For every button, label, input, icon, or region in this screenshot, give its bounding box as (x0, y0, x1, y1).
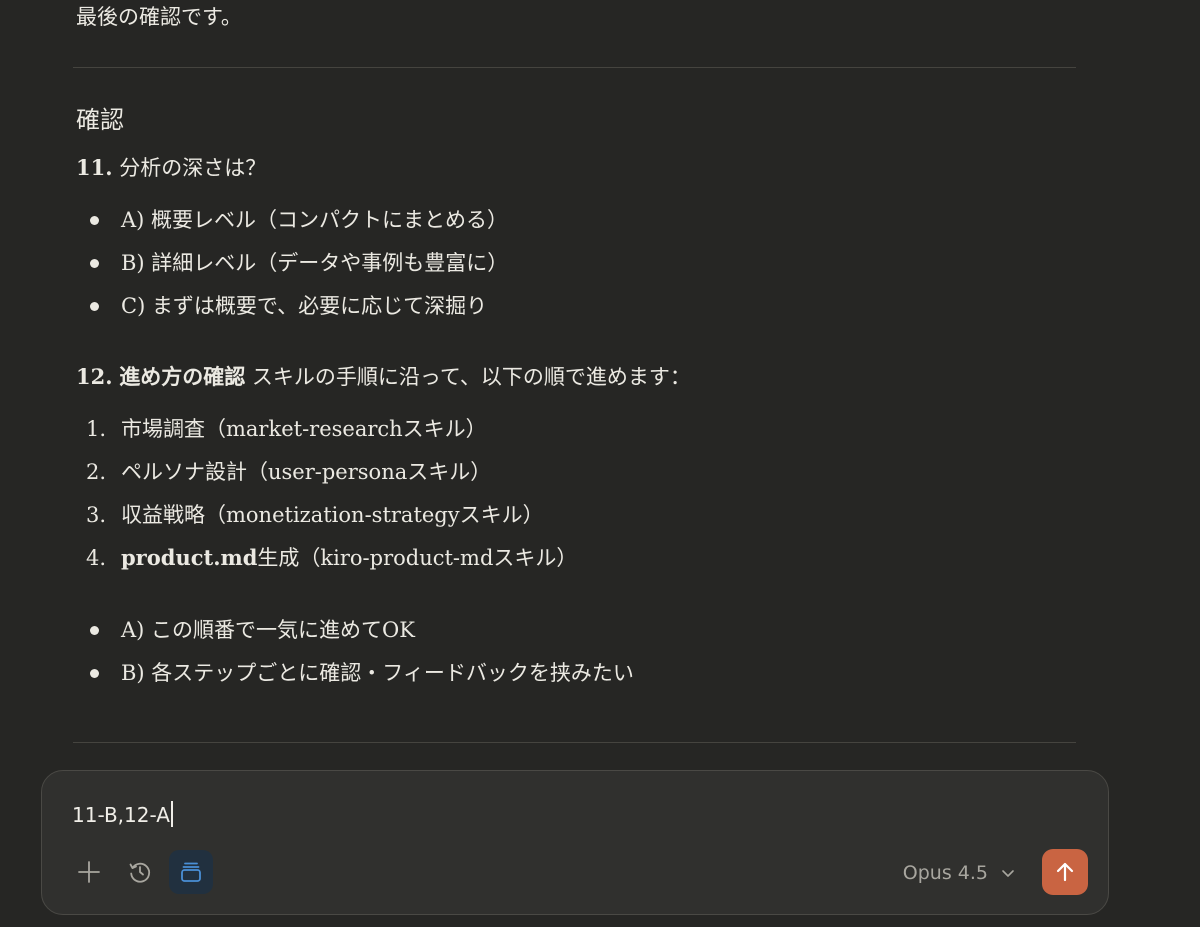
arrow-up-icon (1056, 862, 1074, 882)
divider-top (73, 67, 1076, 68)
bullet-dot (90, 259, 99, 268)
q12-option-a: A) この順番で一気に進めてOK (121, 618, 415, 642)
plus-icon (78, 861, 100, 883)
model-label: Opus 4.5 (902, 862, 988, 884)
step-1: 市場調査（market-researchスキル） (121, 417, 487, 441)
divider-bottom (73, 742, 1076, 743)
add-attachment-button[interactable] (67, 850, 111, 894)
history-button[interactable] (118, 850, 162, 894)
step-4-text: 生成（kiro-product-mdスキル） (257, 546, 578, 570)
question-11-text: 分析の深さは？ (119, 156, 267, 180)
step-number: 2. (86, 460, 107, 484)
bullet-dot (90, 669, 99, 678)
model-selector[interactable]: Opus 4.5 (903, 857, 1016, 889)
bullet-dot (90, 216, 99, 225)
bullet-dot (90, 626, 99, 635)
send-button[interactable] (1042, 849, 1088, 895)
q11-option-c: C) まずは概要で、必要に応じて深掘り (121, 294, 488, 318)
step-2: ペルソナ設計（user-personaスキル） (121, 460, 492, 484)
step-number: 1. (86, 417, 107, 441)
q12-option-b: B) 各ステップごとに確認・フィードバックを挟みたい (121, 661, 634, 685)
q11-option-a: A) 概要レベル（コンパクトにまとめる） (121, 208, 509, 232)
question-11-number: 11. (76, 155, 113, 180)
question-11-title: 11. 分析の深さは？ (76, 153, 266, 183)
question-12-text: 進め方の確認 (119, 364, 246, 389)
question-12-description: スキルの手順に沿って、以下の順で進めます： (251, 365, 691, 389)
question-12-number: 12. (76, 364, 113, 389)
clock-icon (129, 862, 151, 883)
chat-page: 最後の確認です。 確認 11. 分析の深さは？ A) 概要レベル（コンパクトにま… (0, 0, 1200, 927)
step-4-filename: product.md (121, 545, 258, 570)
question-12-title: 12. 進め方の確認 スキルの手順に沿って、以下の順で進めます： (76, 362, 691, 392)
message-composer: 11-B,12-A Opus 4.5 (41, 770, 1109, 915)
bullet-dot (90, 302, 99, 311)
section-heading: 確認 (76, 106, 124, 134)
message-input-value: 11-B,12-A (72, 803, 170, 827)
stack-icon (181, 862, 201, 882)
step-number: 4. (86, 546, 107, 570)
step-number: 3. (86, 503, 107, 527)
step-3: 収益戦略（monetization-strategyスキル） (121, 503, 544, 527)
project-button[interactable] (169, 850, 213, 894)
message-input[interactable]: 11-B,12-A (72, 801, 173, 829)
step-4: product.md生成（kiro-product-mdスキル） (121, 543, 577, 573)
chevron-down-icon (1002, 870, 1014, 877)
text-caret (170, 801, 173, 827)
q11-option-b: B) 詳細レベル（データや事例も豊富に） (121, 251, 509, 275)
intro-text: 最後の確認です。 (76, 5, 242, 29)
